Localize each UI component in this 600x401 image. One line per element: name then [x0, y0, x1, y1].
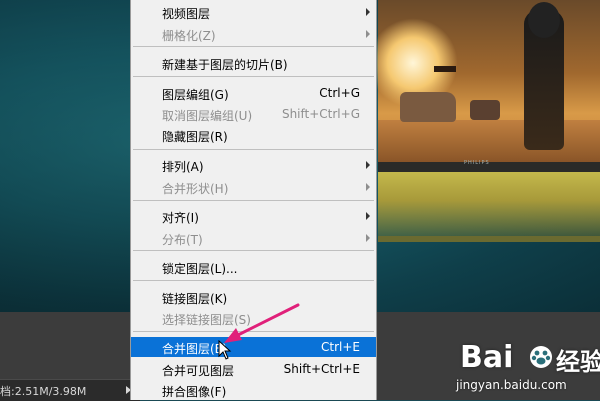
menu-item-label: 选择链接图层(S) [162, 313, 251, 327]
menu-item-ungroup-layers[interactable]: 取消图层编组(U) Shift+Ctrl+G [131, 104, 376, 124]
menu-item-link-layers[interactable]: 链接图层(K) [131, 287, 376, 307]
menu-item-label: 排列(A) [162, 160, 204, 174]
menu-item-label: 图层编组(G) [162, 88, 229, 102]
status-bar: 档:2.51M/3.98M [0, 379, 140, 401]
menu-item-label: 对齐(I) [162, 211, 199, 225]
menu-item-shortcut: Ctrl+G [319, 86, 360, 100]
monitor-ambient-glow [378, 172, 600, 242]
menu-item-label: 分布(T) [162, 233, 203, 247]
submenu-arrow-icon [366, 30, 370, 38]
baidu-jingyan-watermark: Bai 经验 jingyan.baidu.com [456, 340, 600, 400]
menu-item-rasterize[interactable]: 栅格化(Z) [131, 24, 376, 44]
submenu-arrow-icon [366, 161, 370, 169]
menu-item-distribute[interactable]: 分布(T) [131, 228, 376, 248]
menu-item-video-layers[interactable]: 视频图层 [131, 2, 376, 22]
menu-item-merge-visible[interactable]: 合并可见图层 Shift+Ctrl+E [131, 359, 376, 379]
monitor-photo: PHILIPS [368, 0, 600, 250]
menu-item-shortcut: Shift+Ctrl+G [281, 107, 360, 121]
menu-item-label: 合并形状(H) [162, 182, 229, 196]
menu-item-label: 栅格化(Z) [162, 29, 216, 43]
menu-item-label: 拼合图像(F) [162, 385, 227, 399]
menu-item-shortcut: Shift+Ctrl+E [283, 362, 360, 376]
menu-separator [133, 331, 374, 332]
menu-item-align[interactable]: 对齐(I) [131, 206, 376, 226]
document-size-info: 档:2.51M/3.98M [0, 385, 87, 398]
menu-item-label: 取消图层编组(U) [162, 109, 253, 123]
canvas-shading [0, 0, 140, 312]
menu-item-shortcut: Ctrl+E [321, 340, 360, 354]
menu-item-flatten-image[interactable]: 拼合图像(F) [131, 380, 376, 400]
monitor-stand [378, 236, 600, 242]
robot-head [528, 2, 560, 38]
menu-item-arrange[interactable]: 排列(A) [131, 155, 376, 175]
menu-item-merge-layers[interactable]: 合并图层(E) Ctrl+E [131, 337, 376, 357]
menu-item-label: 新建基于图层的切片(B) [162, 58, 288, 72]
submenu-arrow-icon [366, 183, 370, 191]
menu-separator [133, 280, 374, 281]
menu-item-label: 视频图层 [162, 7, 211, 21]
watermark-brand: Bai [460, 340, 514, 375]
menu-separator [133, 76, 374, 77]
menu-item-label: 合并可见图层 [162, 364, 235, 378]
watermark-url: jingyan.baidu.com [456, 378, 567, 392]
aircraft-shape [434, 66, 456, 72]
menu-item-label: 链接图层(K) [162, 292, 228, 306]
submenu-arrow-icon [366, 8, 370, 16]
menu-item-combine-shapes[interactable]: 合并形状(H) [131, 177, 376, 197]
menu-separator [133, 46, 374, 47]
vehicle-shape [400, 92, 456, 122]
menu-separator [133, 250, 374, 251]
menu-item-lock-layers[interactable]: 锁定图层(L)... [131, 257, 376, 277]
monitor-screen-image [368, 0, 600, 162]
watermark-brand-cn: 经验 [556, 348, 600, 376]
desert-ground [378, 120, 600, 162]
menu-separator [133, 200, 374, 201]
vehicle-shape-small [470, 100, 500, 120]
menu-item-select-linked-layers[interactable]: 选择链接图层(S) [131, 308, 376, 328]
mouse-pointer-icon [218, 340, 232, 360]
layer-context-menu: 视频图层 栅格化(Z) 新建基于图层的切片(B) 图层编组(G) Ctrl+G … [130, 0, 377, 400]
paw-logo-icon [530, 346, 552, 368]
menu-item-group-layers[interactable]: 图层编组(G) Ctrl+G [131, 83, 376, 103]
menu-item-hide-layers[interactable]: 隐藏图层(R) [131, 125, 376, 145]
menu-item-label: 锁定图层(L)... [162, 262, 238, 276]
menu-item-label: 隐藏图层(R) [162, 130, 228, 144]
menu-separator [133, 149, 374, 150]
monitor-brand-label: PHILIPS [464, 160, 490, 166]
menu-item-new-layer-slice[interactable]: 新建基于图层的切片(B) [131, 53, 376, 73]
submenu-arrow-icon [366, 234, 370, 242]
submenu-arrow-icon [366, 212, 370, 220]
